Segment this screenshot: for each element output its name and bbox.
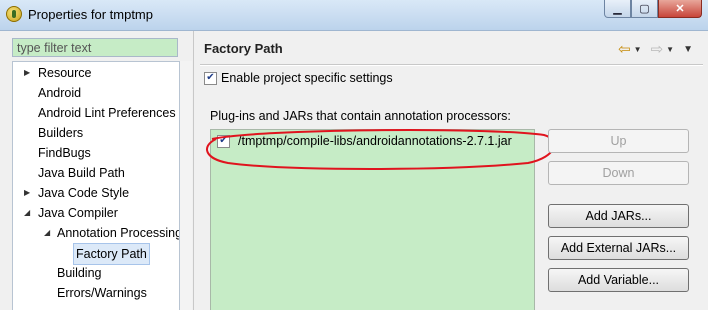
factory-list-label: Plug-ins and JARs that contain annotatio… (210, 109, 511, 123)
tree-item-label: Errors/Warnings (57, 286, 147, 300)
collapse-arrow-icon[interactable]: ◢ (24, 203, 30, 223)
history-nav: ⇦ ▼ ⇨ ▼ ▼ (618, 40, 693, 58)
entry-checkbox[interactable]: ✔ (217, 134, 230, 148)
tree-item-label: Resource (38, 66, 92, 80)
up-button[interactable]: Up (548, 129, 689, 153)
tree-item-label: Android (38, 86, 82, 100)
expand-arrow-icon[interactable]: ▶ (24, 63, 30, 83)
add-variable-button[interactable]: Add Variable... (548, 268, 689, 292)
preference-tree: ▶ Resource Android Android Lint Preferen… (12, 61, 180, 310)
window-title: Properties for tmptmp (28, 7, 153, 22)
view-menu-icon[interactable]: ▼ (683, 44, 693, 55)
page-title: Factory Path (204, 41, 283, 56)
tree-item-label: Java Build Path (38, 166, 125, 180)
tree-item-label: Java Compiler (38, 206, 118, 220)
enable-checkbox-label: Enable project specific settings (221, 71, 393, 85)
filter-input[interactable] (12, 38, 178, 57)
window-controls: ▁ ▢ ✕ (604, 0, 702, 18)
close-button[interactable]: ✕ (658, 0, 702, 18)
add-jars-button[interactable]: Add JARs... (548, 204, 689, 228)
forward-arrow-icon[interactable]: ⇨ (651, 40, 664, 58)
back-arrow-icon[interactable]: ⇦ (618, 40, 631, 58)
app-icon (6, 6, 22, 22)
minimize-button[interactable]: ▁ (604, 0, 631, 18)
tree-item-label: FindBugs (38, 146, 91, 160)
title-bar: Properties for tmptmp ▁ ▢ ✕ (0, 0, 708, 31)
tree-item-label: Java Code Style (38, 186, 130, 200)
expand-arrow-icon[interactable]: ▶ (24, 183, 30, 203)
tree-scrollbar[interactable] (180, 61, 192, 310)
chevron-down-icon[interactable]: ▼ (634, 45, 642, 54)
enable-checkbox[interactable]: ✔ (204, 71, 217, 85)
header-divider (200, 64, 703, 66)
right-panel: Factory Path ⇦ ▼ ⇨ ▼ ▼ ✔ Enable project … (193, 31, 708, 310)
factory-path-list[interactable]: ✔ /tmptmp/compile-libs/androidannotation… (210, 129, 535, 310)
list-item[interactable]: ✔ /tmptmp/compile-libs/androidannotation… (217, 134, 512, 148)
left-panel: ▶ Resource Android Android Lint Preferen… (0, 31, 192, 310)
tree-item-label: Building (57, 266, 102, 280)
maximize-button[interactable]: ▢ (631, 0, 658, 18)
entry-path: /tmptmp/compile-libs/androidannotations-… (238, 134, 512, 148)
tree-item-label: Android Lint Preferences (38, 106, 176, 120)
tree-item-label: Annotation Processing (57, 226, 180, 240)
enable-project-settings[interactable]: ✔ Enable project specific settings (204, 71, 393, 85)
chevron-down-icon[interactable]: ▼ (666, 45, 674, 54)
down-button[interactable]: Down (548, 161, 689, 185)
tree-item-label: Factory Path (73, 243, 150, 265)
collapse-arrow-icon[interactable]: ◢ (44, 223, 50, 243)
add-external-jars-button[interactable]: Add External JARs... (548, 236, 689, 260)
tree-item-label: Builders (38, 126, 84, 140)
